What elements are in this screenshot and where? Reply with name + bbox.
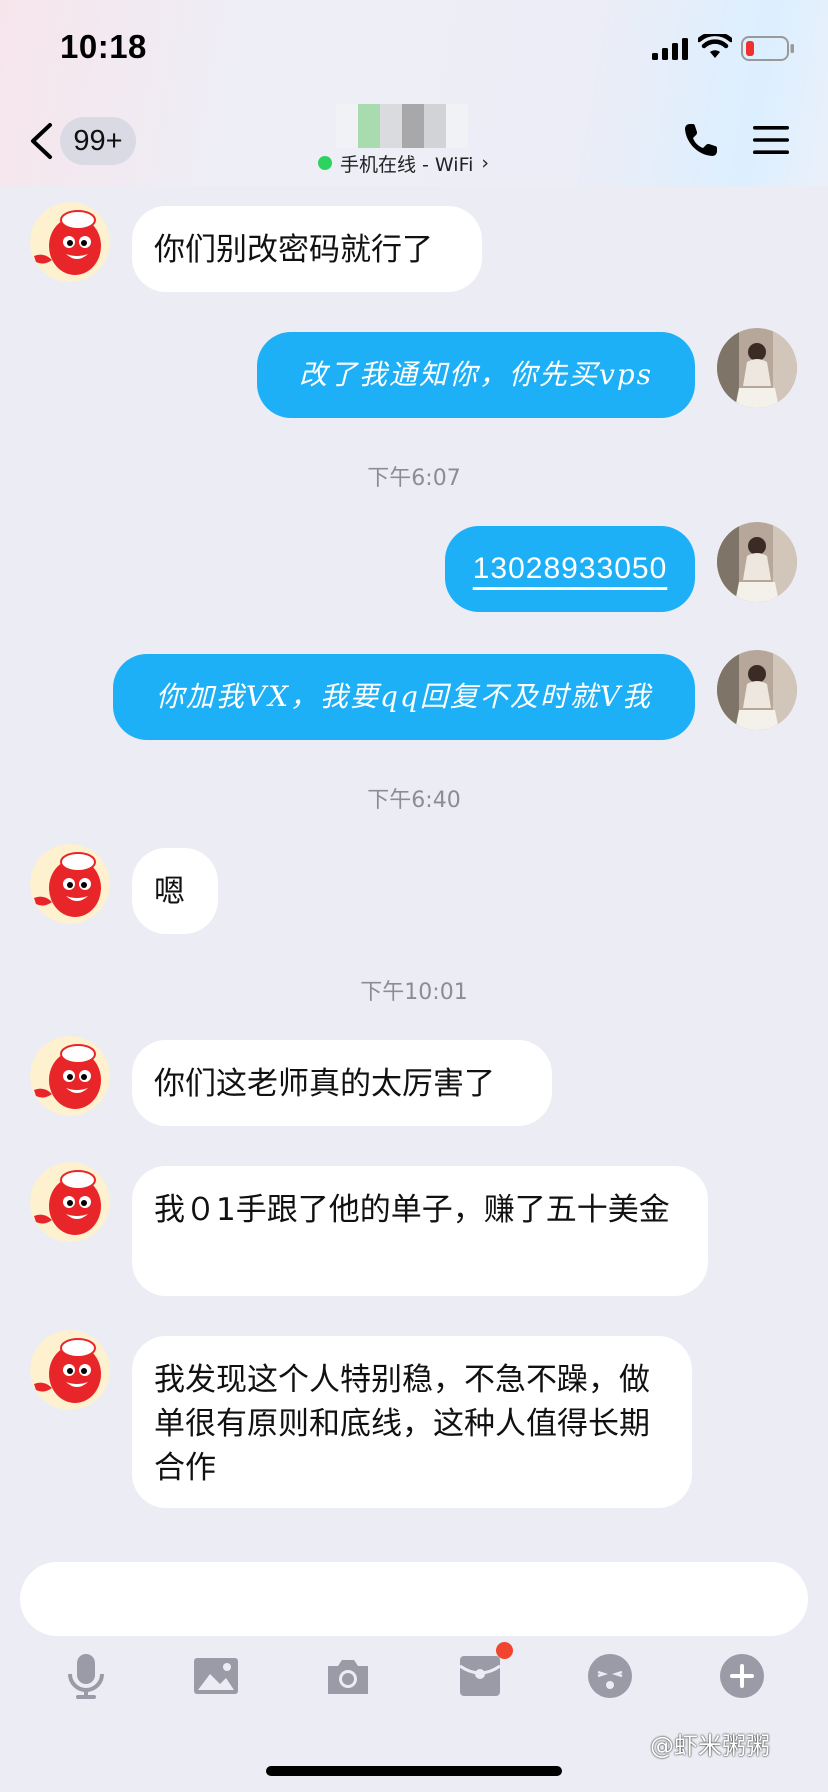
message-timestamp: 下午6:40 — [367, 788, 461, 813]
phone-call-icon[interactable] — [682, 121, 720, 159]
qq-penguin-avatar-icon — [30, 844, 110, 924]
red-packet-icon[interactable] — [456, 1652, 504, 1700]
contact-avatar[interactable] — [30, 1036, 110, 1116]
message-input[interactable] — [20, 1562, 808, 1636]
camera-icon[interactable] — [324, 1652, 372, 1700]
user-photo-avatar-icon — [717, 522, 797, 602]
message-bubble-incoming[interactable]: 你们别改密码就行了 — [132, 206, 482, 292]
contact-avatar[interactable] — [30, 202, 110, 282]
watermark: @虾米粥粥 — [650, 1732, 770, 1760]
back-chevron-icon[interactable] — [28, 122, 54, 160]
qq-penguin-avatar-icon — [30, 202, 110, 282]
microphone-icon[interactable] — [62, 1652, 110, 1700]
message-bubble-outgoing[interactable]: 改了我通知你，你先买vps — [257, 332, 695, 418]
online-dot-icon — [318, 156, 332, 170]
message-bubble-incoming[interactable]: 我发现这个人特别稳，不急不躁，做单很有原则和底线，这种人值得长期合作 — [132, 1336, 692, 1508]
user-photo-avatar-icon — [717, 650, 797, 730]
message-bubble-outgoing-phone-link[interactable]: 13028933050 — [445, 526, 695, 612]
online-status[interactable]: 手机在线 - WiFi › — [318, 148, 489, 178]
plus-icon[interactable] — [718, 1652, 766, 1700]
unread-count-badge[interactable]: 99+ — [60, 117, 136, 165]
contact-avatar[interactable] — [30, 1330, 110, 1410]
wifi-icon — [698, 34, 732, 58]
qq-penguin-avatar-icon — [30, 1162, 110, 1242]
my-avatar[interactable] — [717, 328, 797, 408]
status-time: 10:18 — [60, 28, 147, 65]
qq-penguin-avatar-icon — [30, 1330, 110, 1410]
image-icon[interactable] — [192, 1652, 240, 1700]
online-status-chevron-icon: › — [481, 152, 490, 174]
user-photo-avatar-icon — [717, 328, 797, 408]
my-avatar[interactable] — [717, 650, 797, 730]
contact-avatar[interactable] — [30, 1162, 110, 1242]
message-timestamp: 下午10:01 — [360, 980, 468, 1005]
home-indicator[interactable] — [266, 1766, 562, 1776]
battery-low-icon — [741, 36, 794, 61]
contact-avatar[interactable] — [30, 844, 110, 924]
online-status-text: 手机在线 - WiFi — [340, 153, 474, 176]
message-bubble-outgoing[interactable]: 你加我VX，我要qq回复不及时就V我 — [113, 654, 695, 740]
notification-dot — [496, 1642, 513, 1659]
message-bubble-incoming[interactable]: 你们这老师真的太厉害了 — [132, 1040, 552, 1126]
qq-penguin-avatar-icon — [30, 1036, 110, 1116]
my-avatar[interactable] — [717, 522, 797, 602]
menu-icon[interactable] — [752, 124, 790, 156]
emoji-icon[interactable] — [586, 1652, 634, 1700]
top-bar: 10:18 99+ 手机在线 - WiFi › — [0, 0, 828, 186]
message-timestamp: 下午6:07 — [367, 466, 461, 491]
cellular-signal-icon — [652, 38, 688, 60]
contact-name-pixelated[interactable] — [336, 104, 468, 148]
message-bubble-incoming[interactable]: 我０1手跟了他的单子，赚了五十美金 — [132, 1166, 708, 1296]
message-bubble-incoming[interactable]: 嗯 — [132, 848, 218, 934]
